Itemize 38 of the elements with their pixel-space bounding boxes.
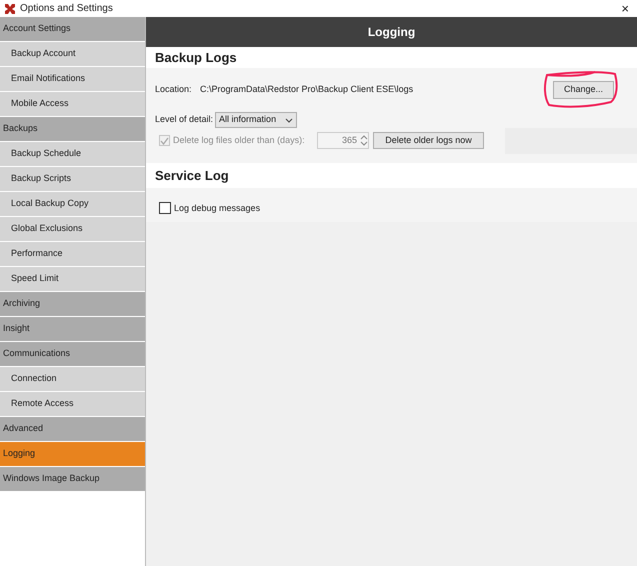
sidebar-item[interactable]: Mobile Access: [0, 92, 145, 116]
chevron-icon: [285, 118, 294, 122]
spinner-arrows-icon: [360, 134, 368, 147]
sidebar-item[interactable]: Connection: [0, 367, 145, 391]
sidebar-item[interactable]: Backup Scripts: [0, 167, 145, 191]
close-button[interactable]: ×: [621, 2, 633, 15]
location-path: C:\ProgramData\Redstor Pro\Backup Client ESE\logs: [200, 83, 414, 96]
section-heading: Service Log: [155, 166, 229, 185]
change-button[interactable]: Change...: [552, 81, 614, 99]
sidebar-item[interactable]: Advanced: [0, 417, 145, 441]
location-label: Location:: [155, 83, 193, 96]
sidebar-item[interactable]: Insight: [0, 317, 145, 341]
section-heading: Backup Logs: [155, 48, 237, 67]
sidebar-item[interactable]: Remote Access: [0, 392, 145, 416]
app-logo-icon: [4, 2, 16, 14]
window-title: Options and Settings: [20, 2, 114, 16]
sidebar-item[interactable]: Backup Schedule: [0, 142, 145, 166]
sidebar-item[interactable]: Backups: [0, 117, 145, 141]
sidebar-item[interactable]: Windows Image Backup: [0, 467, 145, 491]
detail-dropdown[interactable]: All information: [215, 112, 298, 128]
sidebar-item[interactable]: Logging: [0, 442, 145, 466]
sidebar-item[interactable]: Performance: [0, 242, 145, 266]
sidebar-item[interactable]: Global Exclusions: [0, 217, 145, 241]
checkbox-label: Delete log files older than (days):: [173, 134, 306, 147]
sidebar-item[interactable]: Account Settings: [0, 17, 145, 41]
sidebar-item[interactable]: Local Backup Copy: [0, 192, 145, 216]
checkbox[interactable]: [159, 202, 171, 214]
days-spinner[interactable]: 365: [317, 132, 369, 149]
page-header: Logging: [146, 17, 637, 47]
sidebar-item[interactable]: Backup Account: [0, 42, 145, 66]
detail-label: Level of detail:: [155, 113, 214, 126]
checkmark-icon: [160, 136, 169, 144]
sidebar-item[interactable]: Communications: [0, 342, 145, 366]
sidebar-item[interactable]: Speed Limit: [0, 267, 145, 291]
sidebar-item[interactable]: Archiving: [0, 292, 145, 316]
delete-logs-button[interactable]: Delete older logs now: [373, 132, 484, 149]
sidebar-item[interactable]: Email Notifications: [0, 67, 145, 91]
checkbox-label: Log debug messages: [174, 202, 260, 215]
